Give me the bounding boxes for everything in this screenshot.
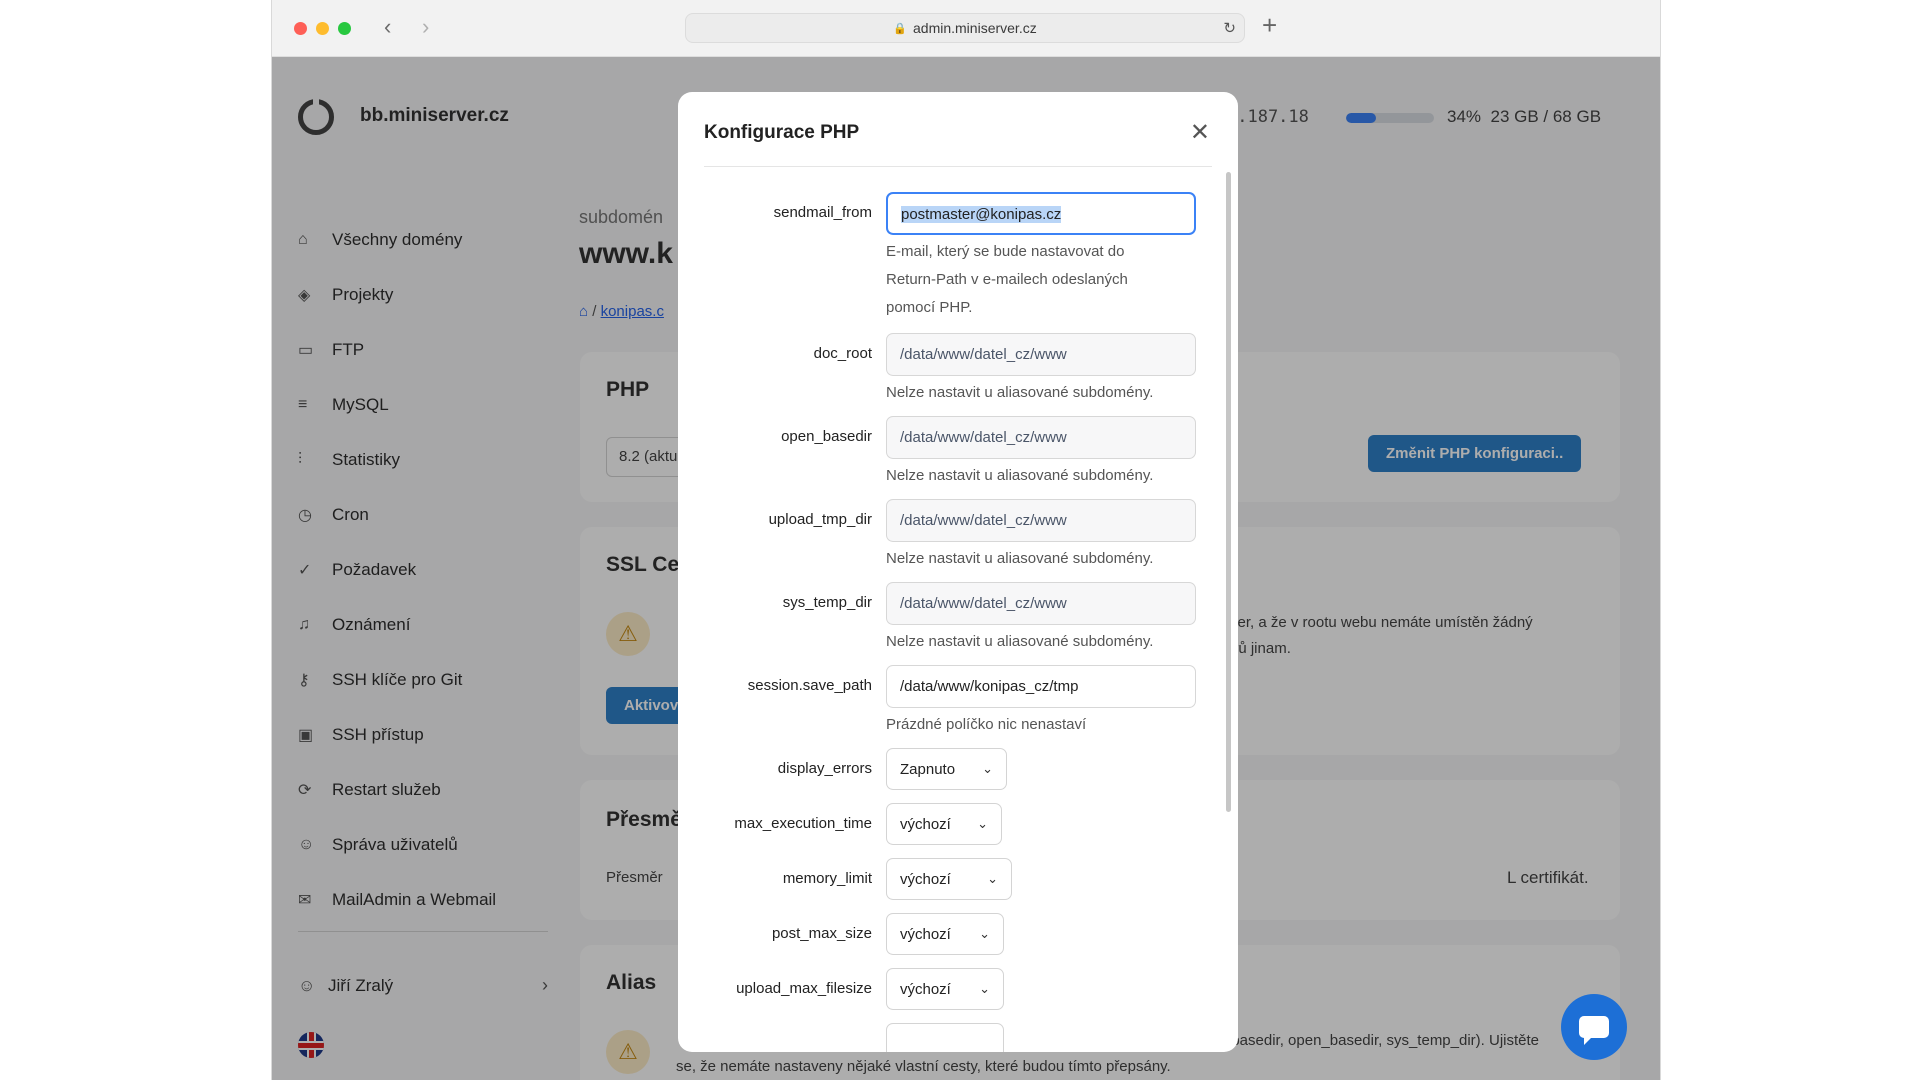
- max-execution-time-select[interactable]: výchozí ⌄: [886, 803, 1002, 845]
- new-tab-icon[interactable]: +: [1262, 10, 1277, 41]
- sys-temp-dir-help: Nelze nastavit u aliasované subdomény.: [886, 633, 1154, 650]
- chevron-down-icon: ⌄: [987, 871, 998, 886]
- doc-root-input[interactable]: /data/www/datel_cz/www: [886, 333, 1196, 376]
- chevron-down-icon: ⌄: [977, 816, 988, 831]
- upload-tmp-dir-label: upload_tmp_dir: [768, 511, 872, 528]
- chevron-down-icon: ⌄: [982, 761, 993, 776]
- zoom-window-button[interactable]: [338, 22, 351, 35]
- forward-icon[interactable]: ›: [422, 14, 429, 40]
- doc-root-label: doc_root: [813, 345, 872, 362]
- post-max-size-label: post_max_size: [771, 925, 872, 942]
- url-text: admin.miniserver.cz: [913, 20, 1037, 36]
- upload-tmp-dir-help: Nelze nastavit u aliasované subdomény.: [886, 550, 1154, 567]
- browser-titlebar: ‹ › 🔒 admin.miniserver.cz ↻ +: [272, 0, 1660, 57]
- doc-root-help: Nelze nastavit u aliasované subdomény.: [886, 384, 1154, 401]
- upload-max-filesize-select[interactable]: výchozí ⌄: [886, 968, 1004, 1010]
- upload-tmp-dir-input[interactable]: /data/www/datel_cz/www: [886, 499, 1196, 542]
- lock-icon: 🔒: [893, 22, 907, 35]
- session-save-path-input[interactable]: /data/www/konipas_cz/tmp: [886, 665, 1196, 708]
- chat-button[interactable]: [1561, 994, 1627, 1060]
- open-basedir-help: Nelze nastavit u aliasované subdomény.: [886, 467, 1154, 484]
- upload-max-filesize-label: upload_max_filesize: [736, 980, 872, 997]
- back-icon[interactable]: ‹: [384, 14, 391, 40]
- scrollbar-thumb[interactable]: [1226, 172, 1231, 812]
- minimize-window-button[interactable]: [316, 22, 329, 35]
- max-execution-time-label: max_execution_time: [734, 815, 872, 832]
- sendmail-from-input[interactable]: postmaster@konipas.cz: [886, 192, 1196, 235]
- chevron-down-icon: ⌄: [979, 981, 990, 996]
- close-window-button[interactable]: [294, 22, 307, 35]
- open-basedir-label: open_basedir: [781, 428, 872, 445]
- modal-scrollbar[interactable]: [1224, 172, 1232, 1042]
- sys-temp-dir-label: sys_temp_dir: [782, 594, 872, 611]
- session-save-path-help: Prázdné políčko nic nenastaví: [886, 716, 1087, 733]
- reload-icon[interactable]: ↻: [1223, 19, 1236, 37]
- sys-temp-dir-input[interactable]: /data/www/datel_cz/www: [886, 582, 1196, 625]
- browser-window: ‹ › 🔒 admin.miniserver.cz ↻ + bb.miniser…: [271, 0, 1661, 1080]
- next-select-partial[interactable]: [886, 1023, 1004, 1052]
- memory-limit-select[interactable]: výchozí ⌄: [886, 858, 1012, 900]
- session-save-path-label: session.save_path: [747, 677, 872, 694]
- close-icon[interactable]: ✕: [1190, 118, 1210, 147]
- open-basedir-input[interactable]: /data/www/datel_cz/www: [886, 416, 1196, 459]
- chevron-down-icon: ⌄: [979, 926, 990, 941]
- sendmail-from-help: E-mail, který se bude nastavovat do Retur…: [886, 243, 1128, 316]
- sendmail-from-label: sendmail_from: [773, 204, 872, 221]
- display-errors-select[interactable]: Zapnuto ⌄: [886, 748, 1007, 790]
- modal-divider: [704, 166, 1212, 167]
- display-errors-label: display_errors: [777, 760, 872, 777]
- memory-limit-label: memory_limit: [782, 870, 872, 887]
- post-max-size-select[interactable]: výchozí ⌄: [886, 913, 1004, 955]
- modal-title: Konfigurace PHP: [704, 122, 860, 143]
- address-bar[interactable]: 🔒 admin.miniserver.cz ↻: [685, 13, 1245, 43]
- php-config-modal: Konfigurace PHP ✕ sendmail_from postmast…: [678, 92, 1238, 1052]
- chat-icon: [1579, 1016, 1609, 1045]
